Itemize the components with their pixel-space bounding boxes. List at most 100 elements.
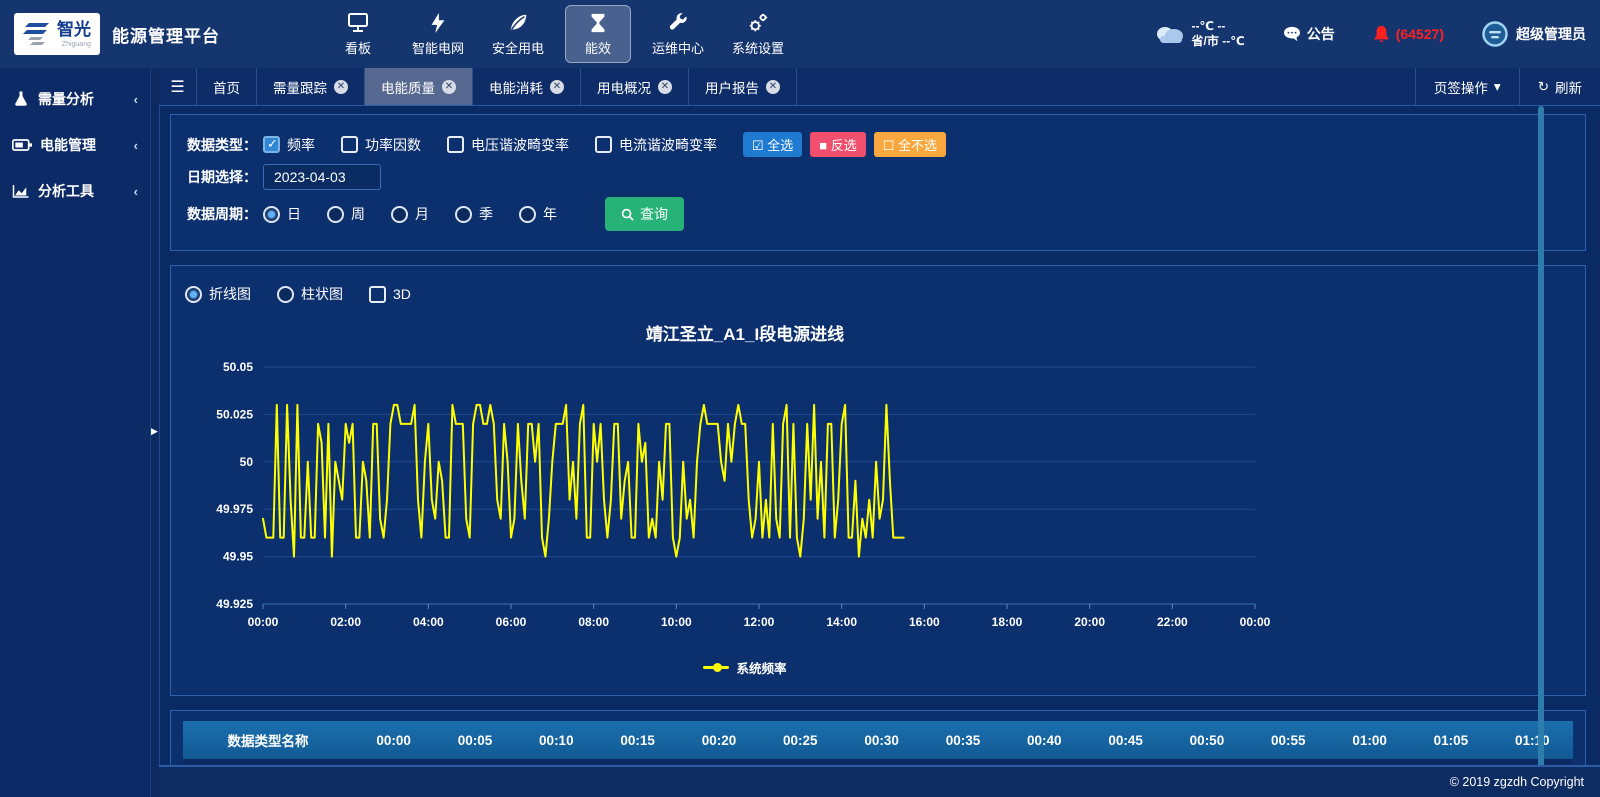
refresh-button[interactable]: ↻刷新: [1519, 68, 1600, 105]
table-cell: 49.96: [1248, 759, 1329, 765]
data-period-label: 数据周期：: [187, 204, 257, 224]
table-cell: 49.97: [353, 759, 434, 765]
tab-power-overview[interactable]: 用电概况✕: [581, 68, 689, 105]
checkbox-current-thd[interactable]: 电流谐波畸变率: [595, 135, 717, 155]
select-none-button[interactable]: ☐ 全不选: [874, 132, 946, 157]
main-nav: 看板 智能电网 安全用电 能效 运维中心 系统设置: [325, 5, 791, 63]
table-body: 系统频率(Hz)49.9749.9649.9649.9650.0349.9649…: [183, 759, 1573, 765]
select-all-button[interactable]: ☑ 全选: [743, 132, 802, 157]
checkbox-frequency[interactable]: 频率: [263, 135, 315, 155]
tab-user-report[interactable]: 用户报告✕: [689, 68, 797, 105]
table-cell: 49.96: [597, 759, 678, 765]
table-header-cell: 01:00: [1329, 721, 1410, 759]
svg-text:18:00: 18:00: [992, 615, 1023, 629]
svg-text:49.95: 49.95: [223, 550, 253, 564]
chevron-left-icon: ‹: [134, 184, 138, 199]
table-header-cell: 01:05: [1410, 721, 1491, 759]
nav-dashboard[interactable]: 看板: [325, 5, 391, 63]
tab-operations-dropdown[interactable]: 页签操作▾: [1415, 68, 1519, 105]
speech-bubble-icon: [1283, 26, 1301, 42]
close-icon[interactable]: ✕: [766, 80, 780, 94]
table-cell: 49.96: [760, 759, 841, 765]
table-cell: 50.03: [678, 759, 759, 765]
area-chart-icon: [12, 183, 30, 199]
sidebar-collapse-handle[interactable]: ▶: [150, 68, 159, 797]
svg-text:10:00: 10:00: [661, 615, 692, 629]
close-icon[interactable]: ✕: [442, 80, 456, 94]
checkbox-voltage-thd[interactable]: 电压谐波畸变率: [447, 135, 569, 155]
nav-system-settings[interactable]: 系统设置: [725, 5, 791, 63]
avatar: [1482, 21, 1508, 47]
chart-panel: 折线图 柱状图 3D 靖江圣立_A1_I段电源进线 50.0550.025504…: [170, 265, 1586, 696]
frequency-line-chart[interactable]: 50.0550.0255049.97549.9549.92500:0002:00…: [185, 349, 1305, 649]
flask-icon: [12, 90, 30, 108]
svg-text:02:00: 02:00: [330, 615, 361, 629]
table-header-cell: 00:30: [841, 721, 922, 759]
radio-icon: [391, 206, 408, 223]
query-button[interactable]: 查询: [605, 197, 684, 231]
radio-week[interactable]: 周: [327, 204, 365, 224]
legend-label: 系统频率: [736, 658, 786, 677]
data-type-label: 数据类型：: [187, 135, 257, 155]
checkbox-icon: [447, 136, 464, 153]
sidebar-item-demand-analysis[interactable]: 需量分析 ‹: [0, 76, 150, 122]
table-header-cell: 00:35: [922, 721, 1003, 759]
nav-ops-center[interactable]: 运维中心: [645, 5, 711, 63]
invert-selection-button[interactable]: ■ 反选: [810, 132, 865, 157]
tab-energy-consumption[interactable]: 电能消耗✕: [473, 68, 581, 105]
checkbox-power-factor[interactable]: 功率因数: [341, 135, 421, 155]
close-icon[interactable]: ✕: [334, 80, 348, 94]
tab-power-quality[interactable]: 电能质量✕: [365, 68, 473, 105]
nav-smart-grid[interactable]: 智能电网: [405, 5, 471, 63]
tab-bar: ☰ 首页 需量跟踪✕ 电能质量✕ 电能消耗✕ 用电概况✕ 用户报告✕ 页签操作▾…: [159, 68, 1600, 106]
date-input[interactable]: [263, 164, 381, 190]
sidebar-item-analysis-tools[interactable]: 分析工具 ‹: [0, 168, 150, 214]
nav-energy-efficiency[interactable]: 能效: [565, 5, 631, 63]
table-header-cell: 00:00: [353, 721, 434, 759]
legend-line-marker-icon: [703, 666, 729, 669]
chevron-left-icon: ‹: [134, 138, 138, 153]
tab-demand-tracking[interactable]: 需量跟踪✕: [257, 68, 365, 105]
logo-stripes-icon: [23, 21, 53, 47]
radio-year[interactable]: 年: [519, 204, 557, 224]
checkbox-3d[interactable]: 3D: [369, 286, 411, 303]
svg-text:06:00: 06:00: [496, 615, 527, 629]
sidebar-item-energy-management[interactable]: 电能管理 ‹: [0, 122, 150, 168]
radio-bar-chart[interactable]: 柱状图: [277, 284, 343, 304]
chart-legend[interactable]: 系统频率: [185, 658, 1305, 677]
weather-city: 省/市 --℃: [1192, 34, 1245, 49]
radio-line-chart[interactable]: 折线图: [185, 284, 251, 304]
announcement-button[interactable]: 公告: [1283, 24, 1335, 44]
radio-quarter[interactable]: 季: [455, 204, 493, 224]
user-menu[interactable]: 超级管理员: [1482, 21, 1586, 47]
nav-safe-power[interactable]: 安全用电: [485, 5, 551, 63]
svg-text:50.05: 50.05: [223, 360, 253, 374]
gears-icon: [746, 12, 770, 34]
search-icon: [621, 208, 634, 221]
radio-month[interactable]: 月: [391, 204, 429, 224]
table-cell: 49.98: [1004, 759, 1085, 765]
svg-text:04:00: 04:00: [413, 615, 444, 629]
tab-home[interactable]: 首页: [197, 68, 257, 105]
weather-widget: --℃ -- 省/市 --℃: [1152, 19, 1245, 49]
table-cell: 49.96: [841, 759, 922, 765]
alert-count: (64527): [1396, 26, 1444, 42]
refresh-icon: ↻: [1538, 79, 1549, 95]
close-icon[interactable]: ✕: [658, 80, 672, 94]
tabs-menu-button[interactable]: ☰: [159, 68, 197, 105]
table-header-cell: 00:05: [434, 721, 515, 759]
svg-text:50.025: 50.025: [216, 407, 253, 421]
logo-text: 智光: [57, 20, 91, 39]
table-header-cell: 00:25: [760, 721, 841, 759]
filter-panel: 数据类型： 频率 功率因数 电压谐波畸变率 电流谐波畸变率 ☑ 全选 ■ 反选 …: [170, 114, 1586, 251]
sidebar: 需量分析 ‹ 电能管理 ‹ 分析工具 ‹: [0, 68, 150, 797]
logo-subtext: Zhiguang: [57, 41, 91, 48]
close-icon[interactable]: ✕: [550, 80, 564, 94]
wrench-icon: [667, 12, 689, 34]
vertical-scrollbar[interactable]: [1538, 106, 1544, 765]
radio-day[interactable]: 日: [263, 204, 301, 224]
chevron-left-icon: ‹: [134, 92, 138, 107]
checkbox-icon: [595, 136, 612, 153]
alerts-button[interactable]: (64527): [1373, 25, 1444, 43]
table-cell: 49.96: [516, 759, 597, 765]
